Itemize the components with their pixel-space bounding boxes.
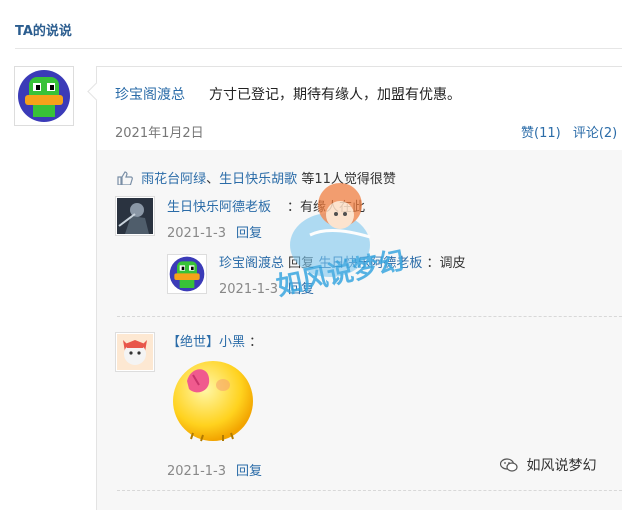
post-date: 2021年1月2日 <box>115 126 204 141</box>
title-divider <box>15 48 622 49</box>
reply-button-3[interactable]: 回复 <box>236 464 262 479</box>
post-text: 方寸已登记，期待有缘人，加盟有优惠。 <box>209 87 461 103</box>
duck-avatar-icon <box>18 70 70 122</box>
fox-avatar-icon <box>117 334 153 370</box>
comment-date-3: 2021-1-3 <box>167 464 227 479</box>
post-card: 珍宝阁渡总 方寸已登记，期待有缘人，加盟有优惠。 2021年1月2日 赞(11)… <box>96 66 622 152</box>
overlay-watermark: 如风说梦幻 <box>270 175 420 302</box>
liker-link-1[interactable]: 雨花台阿绿 <box>141 172 206 187</box>
commenter-avatar-2[interactable] <box>115 332 155 372</box>
emoji-sticker-icon <box>173 361 253 442</box>
commenter-avatar[interactable] <box>115 196 155 236</box>
comment-author-link[interactable]: 生日快乐阿德老板 <box>167 196 271 215</box>
comment-divider <box>117 316 622 317</box>
post-author-link[interactable]: 珍宝阁渡总 <box>115 84 185 104</box>
section-title: TA的说说 <box>15 24 72 39</box>
comment-author-link-3[interactable]: 【绝世】小黑 <box>167 335 245 350</box>
wechat-icon <box>499 458 518 472</box>
like-button[interactable]: 赞(11) <box>521 126 561 141</box>
duck-avatar-icon <box>169 256 205 292</box>
comment-meta-3: 2021-1-3 回复 <box>167 460 262 479</box>
thumbs-up-icon <box>117 171 133 185</box>
likes-separator: 、 <box>206 172 220 187</box>
reply-author-avatar[interactable] <box>167 254 207 294</box>
comment-author-3: 【绝世】小黑 ： <box>167 335 263 350</box>
footer-watermark: 如风说梦幻 <box>499 455 597 475</box>
warrior-avatar-icon <box>117 198 153 234</box>
post-actions: 赞(11) 评论(2) <box>521 122 622 141</box>
comment-date: 2021-1-3 <box>167 226 227 241</box>
comment-divider-2 <box>117 490 622 491</box>
reply-button[interactable]: 回复 <box>236 226 262 241</box>
comment-meta: 2021-1-3 回复 <box>167 222 262 241</box>
footer-watermark-text: 如风说梦幻 <box>526 458 597 474</box>
author-avatar[interactable] <box>14 66 74 126</box>
reply-text: 调皮 <box>439 256 466 271</box>
comment-button[interactable]: 评论(2) <box>573 126 617 141</box>
